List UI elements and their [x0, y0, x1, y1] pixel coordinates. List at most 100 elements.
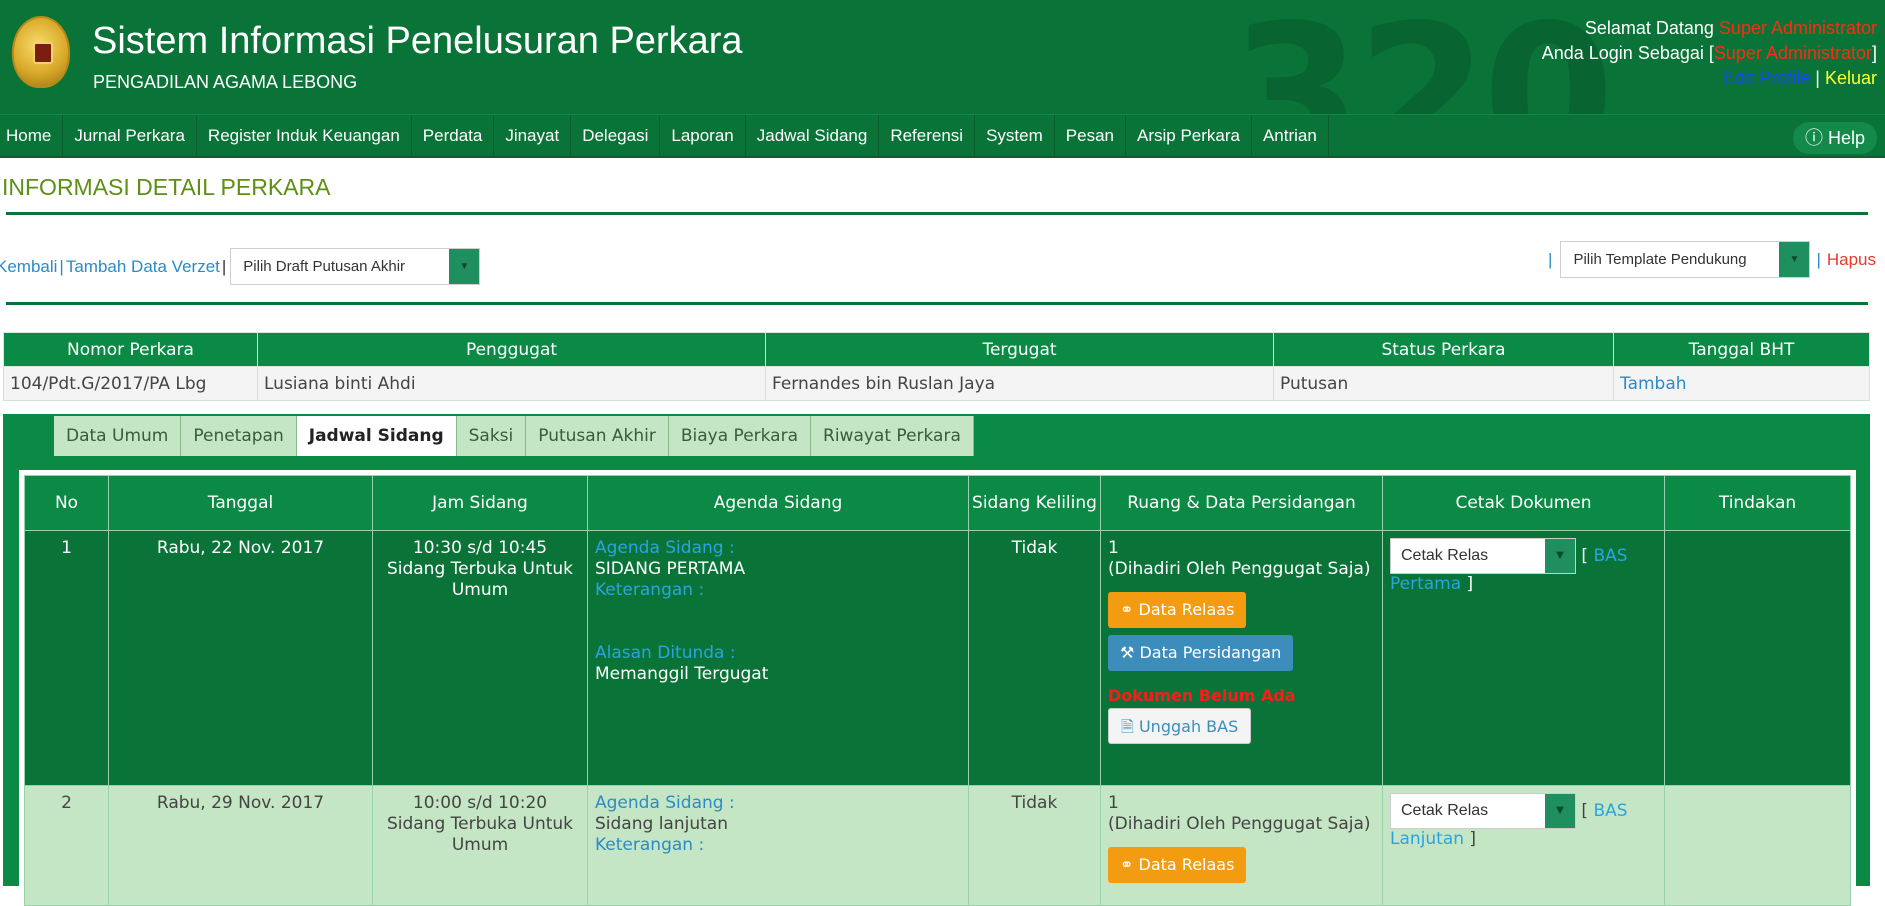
tambah-bht-link[interactable]: Tambah — [1620, 374, 1687, 394]
agenda-label: Agenda Sidang : — [595, 793, 735, 813]
action-divider — [6, 302, 1868, 305]
alasan-value: Memanggil Tergugat — [595, 664, 769, 684]
bracket-open: [ — [1581, 801, 1594, 821]
action-separator: | — [59, 256, 64, 276]
nav-item[interactable]: Arsip Perkara — [1126, 115, 1252, 157]
unggah-bas-wrap: 🗎 Unggah BAS — [1108, 708, 1375, 744]
user-info: Selamat Datang Super Administrator Anda … — [1542, 16, 1877, 91]
nav-item[interactable]: Delegasi — [571, 115, 661, 157]
nav-item[interactable]: Laporan — [660, 115, 746, 157]
case-table-row: 104/Pdt.G/2017/PA Lbg Lusiana binti Ahdi… — [3, 366, 1870, 401]
row-tindakan — [1664, 530, 1851, 786]
dokumen-belum-ada-warning: Dokumen Belum Ada — [1108, 686, 1296, 705]
keterangan-label: Keterangan : — [595, 835, 705, 855]
logout-link[interactable]: Keluar — [1825, 68, 1877, 88]
ruang-value: 1 — [1108, 538, 1119, 558]
col-penggugat: Penggugat — [257, 332, 766, 367]
back-link[interactable]: Kembali — [0, 257, 57, 277]
agenda-value: Sidang lanjutan — [595, 814, 728, 834]
col-tanggal-bht: Tanggal BHT — [1613, 332, 1870, 367]
bracket-close: ] — [1871, 43, 1877, 63]
kehadiran-value: (Dihadiri Oleh Penggugat Saja) — [1108, 814, 1371, 834]
template-pendukung-select-value: Pilih Template Pendukung — [1573, 251, 1747, 268]
tab-biaya-perkara[interactable]: Biaya Perkara — [668, 416, 812, 456]
action-separator: | — [1816, 249, 1821, 269]
nav-item[interactable]: Referensi — [879, 115, 976, 157]
nav-item[interactable]: Jurnal Perkara — [63, 115, 197, 157]
add-verzet-link[interactable]: Tambah Data Verzet — [66, 257, 220, 277]
tergugat-value: Fernandes bin Ruslan Jaya — [765, 366, 1274, 401]
data-relaas-wrap: ⚭ Data Relaas — [1108, 592, 1375, 628]
nav-item[interactable]: Home — [0, 115, 64, 157]
title-divider — [6, 212, 1868, 215]
col-agenda-sidang: Agenda Sidang — [587, 475, 969, 531]
penggugat-value: Lusiana binti Ahdi — [257, 366, 766, 401]
chevron-down-icon: ▼ — [449, 249, 480, 284]
page-title: INFORMASI DETAIL PERKARA — [2, 174, 331, 200]
nav-item[interactable]: Jinayat — [494, 115, 572, 157]
tab-data-umum[interactable]: Data Umum — [54, 416, 182, 456]
login-role: Super Administrator — [1713, 43, 1872, 63]
welcome-line: Selamat Datang Super Administrator — [1542, 16, 1877, 41]
row-jam-cell: 10:00 s/d 10:20 Sidang Terbuka Untuk Umu… — [372, 785, 588, 906]
cetak-relas-select[interactable]: Cetak Relas ▼ — [1390, 538, 1576, 574]
edit-profile-link[interactable]: Edit Profile — [1723, 68, 1810, 88]
tab-saksi[interactable]: Saksi — [456, 416, 527, 456]
tab-penetapan[interactable]: Penetapan — [181, 416, 297, 456]
case-summary-table: Nomor Perkara Penggugat Tergugat Status … — [3, 332, 1870, 401]
nav-item[interactable]: Register Induk Keuangan — [197, 115, 412, 157]
motorcycle-icon: ⚭ — [1120, 855, 1134, 874]
kehadiran-value: (Dihadiri Oleh Penggugat Saja) — [1108, 559, 1371, 579]
tab-content: No Tanggal Jam Sidang Agenda Sidang Sida… — [19, 470, 1856, 906]
nav-list: Home Jurnal Perkara Register Induk Keuanga… — [0, 115, 1885, 157]
nav-item[interactable]: Perdata — [412, 115, 495, 157]
tab-bar: Data Umum Penetapan Jadwal Sidang Saksi Putu… — [54, 416, 974, 456]
draft-putusan-select-value: Pilih Draft Putusan Akhir — [243, 258, 406, 275]
status-perkara-value: Putusan — [1273, 366, 1614, 401]
cetak-relas-value: Cetak Relas — [1401, 802, 1489, 819]
data-relaas-label: Data Relaas — [1138, 855, 1235, 874]
question-circle-icon: ⓘ — [1804, 128, 1823, 148]
unggah-bas-button[interactable]: 🗎 Unggah BAS — [1108, 708, 1252, 744]
data-relaas-button[interactable]: ⚭ Data Relaas — [1108, 847, 1247, 883]
keterangan-label: Keterangan : — [595, 580, 705, 600]
nav-item[interactable]: Jadwal Sidang — [746, 115, 880, 157]
nav-item[interactable]: Antrian — [1252, 115, 1329, 157]
app-title: Sistem Informasi Penelusuran Perkara — [92, 20, 743, 62]
help-button[interactable]: ⓘ Help — [1792, 122, 1877, 154]
tab-jadwal-sidang[interactable]: Jadwal Sidang — [296, 416, 457, 456]
chevron-down-icon: ▼ — [1545, 539, 1575, 573]
motorcycle-icon: ⚭ — [1120, 600, 1134, 619]
row-jenis-sidang: Sidang Terbuka Untuk Umum — [386, 814, 574, 855]
col-tergugat: Tergugat — [765, 332, 1274, 367]
court-logo-icon — [12, 16, 70, 88]
gavel-icon: ⚒ — [1120, 643, 1135, 662]
cetak-relas-select[interactable]: Cetak Relas ▼ — [1390, 793, 1576, 829]
tab-putusan-akhir[interactable]: Putusan Akhir — [526, 416, 669, 456]
col-jam-sidang: Jam Sidang — [372, 475, 588, 531]
action-bar-left: Kembali | Tambah Data Verzet | Pilih Dra… — [0, 248, 481, 285]
row-keliling: Tidak — [968, 785, 1101, 906]
row-jam: 10:00 s/d 10:20 — [412, 793, 548, 813]
row-agenda-cell: Agenda Sidang : SIDANG PERTAMA Keteranga… — [587, 530, 969, 786]
word-file-icon: 🗎 — [1121, 717, 1134, 736]
delete-link[interactable]: Hapus — [1827, 250, 1876, 270]
chevron-down-icon: ▼ — [1779, 242, 1810, 277]
col-sidang-keliling: Sidang Keliling — [968, 475, 1101, 531]
data-relaas-button[interactable]: ⚭ Data Relaas — [1108, 592, 1247, 628]
data-persidangan-button[interactable]: ⚒ Data Persidangan — [1108, 635, 1294, 671]
welcome-label: Selamat Datang — [1584, 18, 1714, 38]
schedule-table: No Tanggal Jam Sidang Agenda Sidang Sida… — [24, 475, 1851, 906]
help-label: Help — [1827, 128, 1865, 148]
row-ruang-cell: 1 (Dihadiri Oleh Penggugat Saja) ⚭ Data … — [1100, 530, 1383, 786]
nav-item[interactable]: System — [975, 115, 1055, 157]
draft-putusan-select[interactable]: Pilih Draft Putusan Akhir ▼ — [230, 248, 481, 285]
agenda-value: SIDANG PERTAMA — [595, 559, 746, 579]
template-pendukung-select[interactable]: Pilih Template Pendukung ▼ — [1560, 241, 1811, 278]
tab-riwayat-perkara[interactable]: Riwayat Perkara — [811, 416, 974, 456]
col-nomor-perkara: Nomor Perkara — [3, 332, 258, 367]
action-separator: | — [1548, 249, 1553, 269]
row-cetak-cell: Cetak Relas ▼ [ BAS Lanjutan ] — [1382, 785, 1665, 906]
nav-item[interactable]: Pesan — [1055, 115, 1126, 157]
keterangan-spacer — [595, 601, 961, 643]
